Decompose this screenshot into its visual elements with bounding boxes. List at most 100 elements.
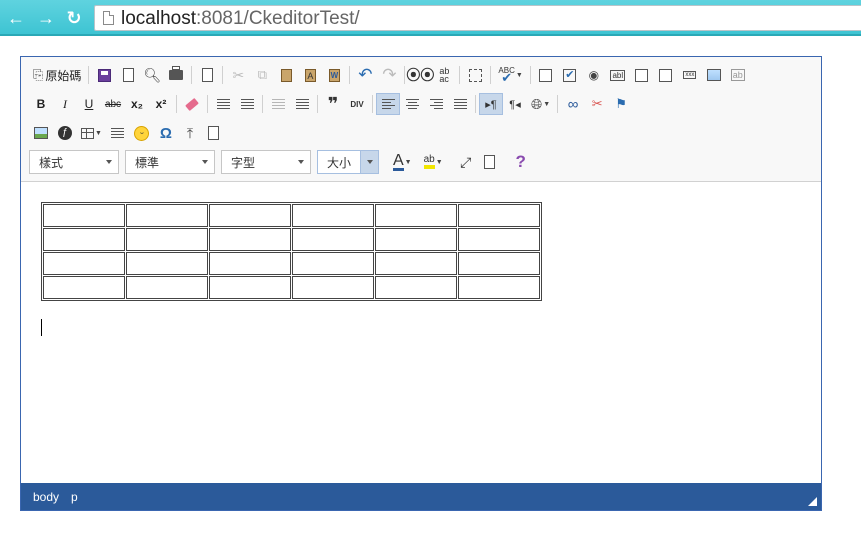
bold-button[interactable]: B — [29, 93, 53, 115]
new-page-button[interactable] — [116, 64, 140, 86]
table-cell[interactable] — [375, 252, 457, 275]
content-table[interactable] — [41, 202, 542, 301]
horizontal-rule-button[interactable] — [106, 122, 130, 144]
cut-button[interactable]: ✂ — [226, 64, 250, 86]
address-bar[interactable]: localhost:8081/CkeditorTest/ — [94, 5, 861, 31]
table-cell[interactable] — [43, 228, 125, 251]
outdent-button[interactable] — [266, 93, 290, 115]
table-cell[interactable] — [126, 204, 208, 227]
forward-arrow-icon[interactable]: → — [36, 8, 56, 28]
maximize-button[interactable]: ⤢ — [454, 151, 478, 173]
format-combo[interactable]: 標準 — [125, 150, 215, 174]
paste-text-button[interactable]: A — [298, 64, 322, 86]
element-path-item[interactable]: body — [33, 490, 59, 504]
table-cell[interactable] — [292, 204, 374, 227]
text-color-button[interactable]: A ▼ — [389, 151, 416, 173]
form-button[interactable] — [534, 64, 558, 86]
preview-button[interactable]: 🔍︎ — [140, 64, 164, 86]
templates-button[interactable] — [195, 64, 219, 86]
rtl-button[interactable]: ¶◂ — [503, 93, 527, 115]
editor-content[interactable] — [21, 183, 821, 483]
source-button[interactable]: ⎘ 原始碼 — [29, 64, 85, 86]
table-cell[interactable] — [292, 276, 374, 299]
table-cell[interactable] — [458, 228, 540, 251]
table-cell[interactable] — [126, 252, 208, 275]
toolbar-separator — [475, 95, 476, 113]
table-cell[interactable] — [209, 252, 291, 275]
size-combo[interactable]: 大小 — [317, 150, 379, 174]
strikethrough-button[interactable]: abc — [101, 93, 125, 115]
table-cell[interactable] — [126, 276, 208, 299]
textfield-button[interactable]: abl — [606, 64, 630, 86]
font-combo[interactable]: 字型 — [221, 150, 311, 174]
image-button[interactable] — [29, 122, 53, 144]
table-cell[interactable] — [209, 204, 291, 227]
link-button[interactable]: ∞ — [561, 93, 585, 115]
find-button[interactable]: ⦿⦿ — [406, 64, 434, 86]
remove-format-button[interactable] — [180, 93, 204, 115]
table-cell[interactable] — [458, 252, 540, 275]
table-cell[interactable] — [43, 204, 125, 227]
select-button[interactable] — [654, 64, 678, 86]
table-cell[interactable] — [126, 228, 208, 251]
element-path-item[interactable]: p — [71, 490, 78, 504]
paste-from-word-button[interactable]: W — [322, 64, 346, 86]
checkbox-button[interactable]: ✔ — [558, 64, 582, 86]
table-button[interactable]: ▼ — [77, 122, 106, 144]
table-cell[interactable] — [292, 252, 374, 275]
hidden-field-button[interactable]: ab — [726, 64, 750, 86]
create-div-button[interactable]: DIV — [345, 93, 369, 115]
superscript-button[interactable]: x² — [149, 93, 173, 115]
language-button[interactable]: 🌐︎ ▼ — [527, 93, 554, 115]
reload-icon[interactable]: ↻ — [64, 8, 84, 28]
image-button-button[interactable] — [702, 64, 726, 86]
italic-button[interactable]: I — [53, 93, 77, 115]
radio-button[interactable]: ◉ — [582, 64, 606, 86]
table-cell[interactable] — [43, 252, 125, 275]
replace-button[interactable]: ab ac — [432, 64, 456, 86]
bulleted-list-button[interactable] — [235, 93, 259, 115]
blockquote-button[interactable]: ❞ — [321, 93, 345, 115]
print-button[interactable] — [164, 64, 188, 86]
unlink-button[interactable]: ✂ — [585, 93, 609, 115]
underline-button[interactable]: U — [77, 93, 101, 115]
styles-combo[interactable]: 樣式 — [29, 150, 119, 174]
align-right-button[interactable] — [424, 93, 448, 115]
align-center-button[interactable] — [400, 93, 424, 115]
table-cell[interactable] — [209, 228, 291, 251]
smiley-button[interactable]: ᵕ — [130, 122, 154, 144]
ltr-button[interactable]: ▸¶ — [479, 93, 503, 115]
show-blocks-button[interactable] — [478, 151, 502, 173]
iframe-button[interactable] — [202, 122, 226, 144]
table-cell[interactable] — [43, 276, 125, 299]
table-cell[interactable] — [458, 204, 540, 227]
about-button[interactable]: ? — [509, 151, 533, 173]
resize-handle[interactable] — [808, 497, 817, 506]
table-cell[interactable] — [375, 276, 457, 299]
back-arrow-icon[interactable]: ← — [6, 8, 26, 28]
special-char-button[interactable]: Ω — [154, 122, 178, 144]
paste-button[interactable] — [274, 64, 298, 86]
flash-button[interactable]: ƒ — [53, 122, 77, 144]
table-cell[interactable] — [458, 276, 540, 299]
select-all-button[interactable] — [463, 64, 487, 86]
page-break-button[interactable]: ⤒ — [178, 122, 202, 144]
undo-button[interactable]: ↶ — [353, 64, 377, 86]
numbered-list-button[interactable] — [211, 93, 235, 115]
button-button[interactable]: xxx — [678, 64, 702, 86]
spell-check-button[interactable]: ABC ✔ ▼ — [494, 64, 526, 86]
anchor-button[interactable]: ⚑ — [609, 93, 633, 115]
table-cell[interactable] — [375, 228, 457, 251]
save-button[interactable] — [92, 64, 116, 86]
table-cell[interactable] — [209, 276, 291, 299]
table-cell[interactable] — [375, 204, 457, 227]
subscript-button[interactable]: x₂ — [125, 93, 149, 115]
textarea-button[interactable] — [630, 64, 654, 86]
redo-button[interactable]: ↷ — [377, 64, 401, 86]
table-cell[interactable] — [292, 228, 374, 251]
copy-button[interactable]: ⧉ — [250, 64, 274, 86]
justify-button[interactable] — [448, 93, 472, 115]
indent-button[interactable] — [290, 93, 314, 115]
bg-color-button[interactable]: ab ▼ — [420, 151, 447, 173]
align-left-button[interactable] — [376, 93, 400, 115]
